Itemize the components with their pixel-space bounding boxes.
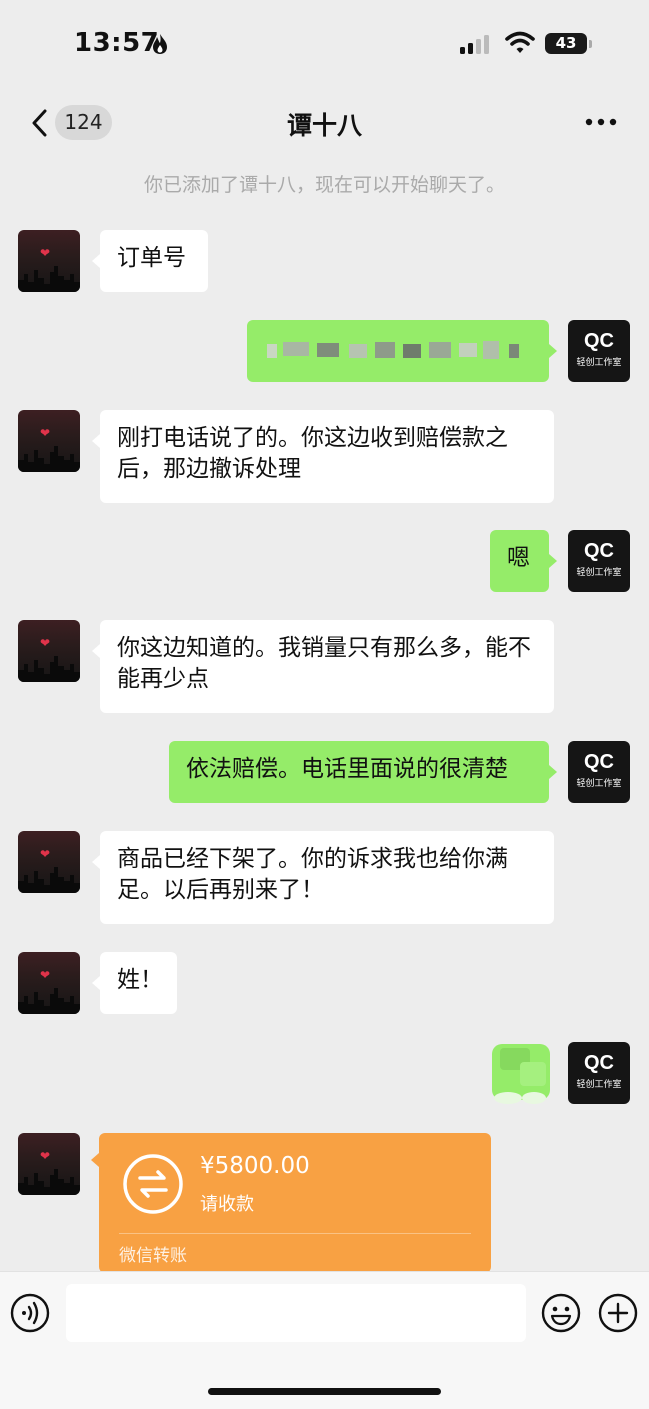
message-text: 你这边知道的。我销量只有那么多，能不能再少点 (117, 635, 531, 692)
contact-avatar[interactable]: ❤ (18, 410, 80, 472)
message-input[interactable] (66, 1284, 526, 1342)
wifi-icon (505, 31, 535, 53)
plus-more-icon[interactable] (598, 1293, 638, 1333)
status-time: 13:57 (74, 28, 160, 58)
logo-mark: QC (584, 330, 614, 352)
contact-avatar[interactable]: ❤ (18, 952, 80, 1014)
chat-title: 谭十八 (286, 111, 362, 140)
logo-mark: QC (584, 1052, 614, 1074)
more-options-icon[interactable] (584, 112, 618, 132)
bubble-tail (549, 765, 557, 779)
logo-text: 轻创工作室 (576, 568, 622, 578)
heart-icon: ❤ (40, 847, 51, 861)
message-bubble-left[interactable]: 刚打电话说了的。你这边收到赔偿款之后，那边撤诉处理 (100, 410, 554, 503)
self-avatar[interactable]: QC 轻创工作室 (568, 320, 630, 382)
sticker-image[interactable] (490, 1042, 552, 1106)
bubble-tail (91, 1153, 99, 1167)
flame-icon (153, 34, 167, 54)
city-skyline-image (18, 988, 80, 1014)
bubble-tail (92, 644, 100, 658)
logo-mark: QC (584, 540, 614, 562)
heart-icon: ❤ (40, 636, 51, 650)
message-text: 姓！ (117, 967, 163, 993)
message-bubble-right[interactable] (247, 320, 549, 382)
city-skyline-image (18, 266, 80, 292)
cellular-signal-icon (460, 35, 489, 54)
message-bubble-left[interactable]: 姓！ (100, 952, 177, 1014)
self-avatar[interactable]: QC 轻创工作室 (568, 1042, 630, 1104)
message-text: 依法赔偿。电话里面说的很清楚 (186, 756, 508, 782)
transfer-footer-label: 微信转账 (119, 1246, 187, 1266)
city-skyline-image (18, 446, 80, 472)
transfer-arrows-icon (123, 1154, 183, 1214)
bubble-tail (92, 976, 100, 990)
heart-icon: ❤ (40, 246, 51, 260)
contact-avatar[interactable]: ❤ (18, 1133, 80, 1195)
bubble-tail (92, 855, 100, 869)
voice-input-icon[interactable] (10, 1293, 50, 1333)
home-indicator (208, 1388, 441, 1395)
message-text: 刚打电话说了的。你这边收到赔偿款之后，那边撤诉处理 (117, 425, 508, 482)
bubble-tail (92, 434, 100, 448)
system-message: 你已添加了谭十八，现在可以开始聊天了。 (143, 174, 505, 196)
message-bubble-left[interactable]: 商品已经下架了。你的诉求我也给你满足。以后再别来了！ (100, 831, 554, 924)
self-avatar[interactable]: QC 轻创工作室 (568, 530, 630, 592)
logo-text: 轻创工作室 (576, 779, 622, 789)
logo-text: 轻创工作室 (576, 358, 622, 368)
self-avatar[interactable]: QC 轻创工作室 (568, 741, 630, 803)
battery-indicator: 43 (545, 33, 587, 54)
logo-mark: QC (584, 751, 614, 773)
message-bubble-left[interactable]: 订单号 (100, 230, 208, 292)
message-bubble-right[interactable]: 依法赔偿。电话里面说的很清楚 (169, 741, 549, 803)
city-skyline-image (18, 867, 80, 893)
message-text: 嗯 (507, 545, 530, 571)
heart-icon: ❤ (40, 1149, 51, 1163)
divider (119, 1233, 471, 1234)
heart-icon: ❤ (40, 968, 51, 982)
message-bubble-right[interactable]: 嗯 (490, 530, 549, 592)
message-text: 商品已经下架了。你的诉求我也给你满足。以后再别来了！ (117, 846, 508, 903)
transfer-amount: ¥5800.00 (200, 1153, 310, 1179)
bubble-tail (549, 554, 557, 568)
heart-icon: ❤ (40, 426, 51, 440)
message-text: 订单号 (117, 245, 186, 271)
city-skyline-image (18, 1169, 80, 1195)
contact-avatar[interactable]: ❤ (18, 230, 80, 292)
contact-avatar[interactable]: ❤ (18, 620, 80, 682)
bubble-tail (549, 344, 557, 358)
logo-text: 轻创工作室 (576, 1080, 622, 1090)
message-bubble-left[interactable]: 你这边知道的。我销量只有那么多，能不能再少点 (100, 620, 554, 713)
redacted-order-number (267, 341, 519, 359)
transfer-status: 请收款 (200, 1194, 254, 1215)
emoji-icon[interactable] (541, 1293, 581, 1333)
battery-tip (589, 40, 592, 48)
bubble-tail (92, 254, 100, 268)
city-skyline-image (18, 656, 80, 682)
contact-avatar[interactable]: ❤ (18, 831, 80, 893)
